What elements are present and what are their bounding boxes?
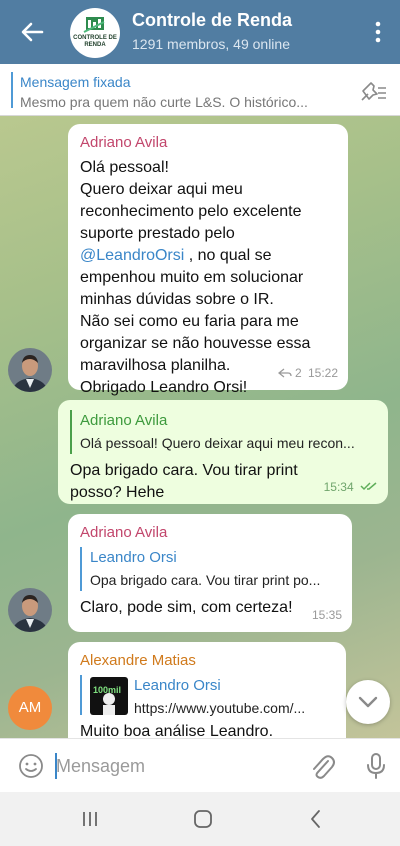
emoji-icon[interactable] <box>18 753 44 779</box>
quote-text: Opa brigado cara. Vou tirar print po... <box>90 572 321 588</box>
message-sender[interactable]: Adriano Avila <box>80 132 336 154</box>
scroll-down-button[interactable] <box>346 680 390 724</box>
message-meta: 15:34 <box>324 476 378 498</box>
avatar-photo <box>8 588 52 632</box>
mic-icon[interactable] <box>362 751 390 781</box>
pinned-text: Mesmo pra quem não curte L&S. O históric… <box>20 94 308 110</box>
message-text: Muito boa análise Leandro. <box>80 723 274 738</box>
attach-icon[interactable] <box>308 751 336 781</box>
sender-avatar[interactable] <box>8 588 52 632</box>
chevron-down-icon <box>358 696 378 708</box>
message-text-part: , no qual se empenhou muito em soluciona… <box>80 247 311 396</box>
message-meta: 15:35 <box>312 604 342 626</box>
reply-quote[interactable]: 100mil Leandro Orsi https://www.youtube.… <box>80 675 334 716</box>
reply-icon <box>277 368 292 378</box>
sender-avatar[interactable]: AM <box>8 686 52 730</box>
reply-quote[interactable]: Leandro Orsi Opa brigado cara. Vou tirar… <box>80 547 340 591</box>
avatar-photo <box>8 348 52 392</box>
quote-text: https://www.youtube.com/... <box>134 700 306 716</box>
channel-logo <box>83 17 105 33</box>
unpin-icon[interactable] <box>360 80 388 102</box>
reply-count[interactable]: 2 <box>295 366 302 380</box>
more-vert-icon[interactable] <box>370 20 386 44</box>
thumbnail-label: 100mil <box>93 685 122 695</box>
channel-avatar[interactable]: CONTROLE DE RENDA <box>70 8 120 58</box>
message-bubble[interactable]: Adriano Avila Olá pessoal! Quero deixar … <box>68 124 348 396</box>
message-bubble[interactable]: Alexandre Matias 100mil Leandro Orsi htt… <box>68 642 346 738</box>
message-composer <box>0 738 400 792</box>
back-arrow-icon[interactable] <box>18 18 46 46</box>
pinned-message[interactable]: Mensagem fixada Mesmo pra quem não curte… <box>0 64 400 116</box>
nav-back-icon[interactable] <box>306 808 326 830</box>
chat-area[interactable]: Adriano Avila Olá pessoal! Quero deixar … <box>0 116 400 738</box>
message-time: 15:34 <box>323 480 354 494</box>
sender-avatar[interactable] <box>8 348 52 392</box>
message-time: 15:22 <box>307 366 338 380</box>
message-input[interactable] <box>56 751 296 781</box>
pinned-title: Mensagem fixada <box>20 74 131 90</box>
message-sender[interactable]: Adriano Avila <box>80 522 340 544</box>
link-thumbnail: 100mil <box>90 677 128 715</box>
pinned-indicator <box>11 72 13 108</box>
message-bubble[interactable]: Adriano Avila Leandro Orsi Opa brigado c… <box>68 514 352 632</box>
quote-author: Adriano Avila <box>80 412 168 429</box>
quote-text: Olá pessoal! Quero deixar aqui meu recon… <box>80 435 355 451</box>
system-nav-bar <box>0 792 400 846</box>
channel-subtitle: 1291 membros, 49 online <box>132 36 290 52</box>
message-meta: 2 15:22 <box>277 362 338 384</box>
nav-recents-icon[interactable] <box>80 809 100 829</box>
message-sender[interactable]: Alexandre Matias <box>80 650 334 672</box>
quote-author: Leandro Orsi <box>134 677 221 694</box>
message-text: Claro, pode sim, com certeza! <box>80 599 293 616</box>
message-bubble-outgoing[interactable]: Adriano Avila Olá pessoal! Quero deixar … <box>58 400 388 504</box>
quote-author: Leandro Orsi <box>90 549 177 566</box>
chat-header: CONTROLE DE RENDA Controle de Renda 1291… <box>0 0 400 64</box>
reply-quote[interactable]: Adriano Avila Olá pessoal! Quero deixar … <box>70 410 376 454</box>
channel-logo-text: CONTROLE DE RENDA <box>73 35 117 48</box>
channel-title[interactable]: Controle de Renda <box>132 10 292 31</box>
nav-home-icon[interactable] <box>192 808 214 830</box>
double-check-icon <box>360 482 377 491</box>
message-text-part: Olá pessoal! Quero deixar aqui meu recon… <box>80 159 302 242</box>
message-text: Opa brigado cara. Vou tirar print posso?… <box>70 462 298 501</box>
mention-link[interactable]: @LeandroOrsi <box>80 247 184 264</box>
message-time: 15:35 <box>311 608 342 622</box>
